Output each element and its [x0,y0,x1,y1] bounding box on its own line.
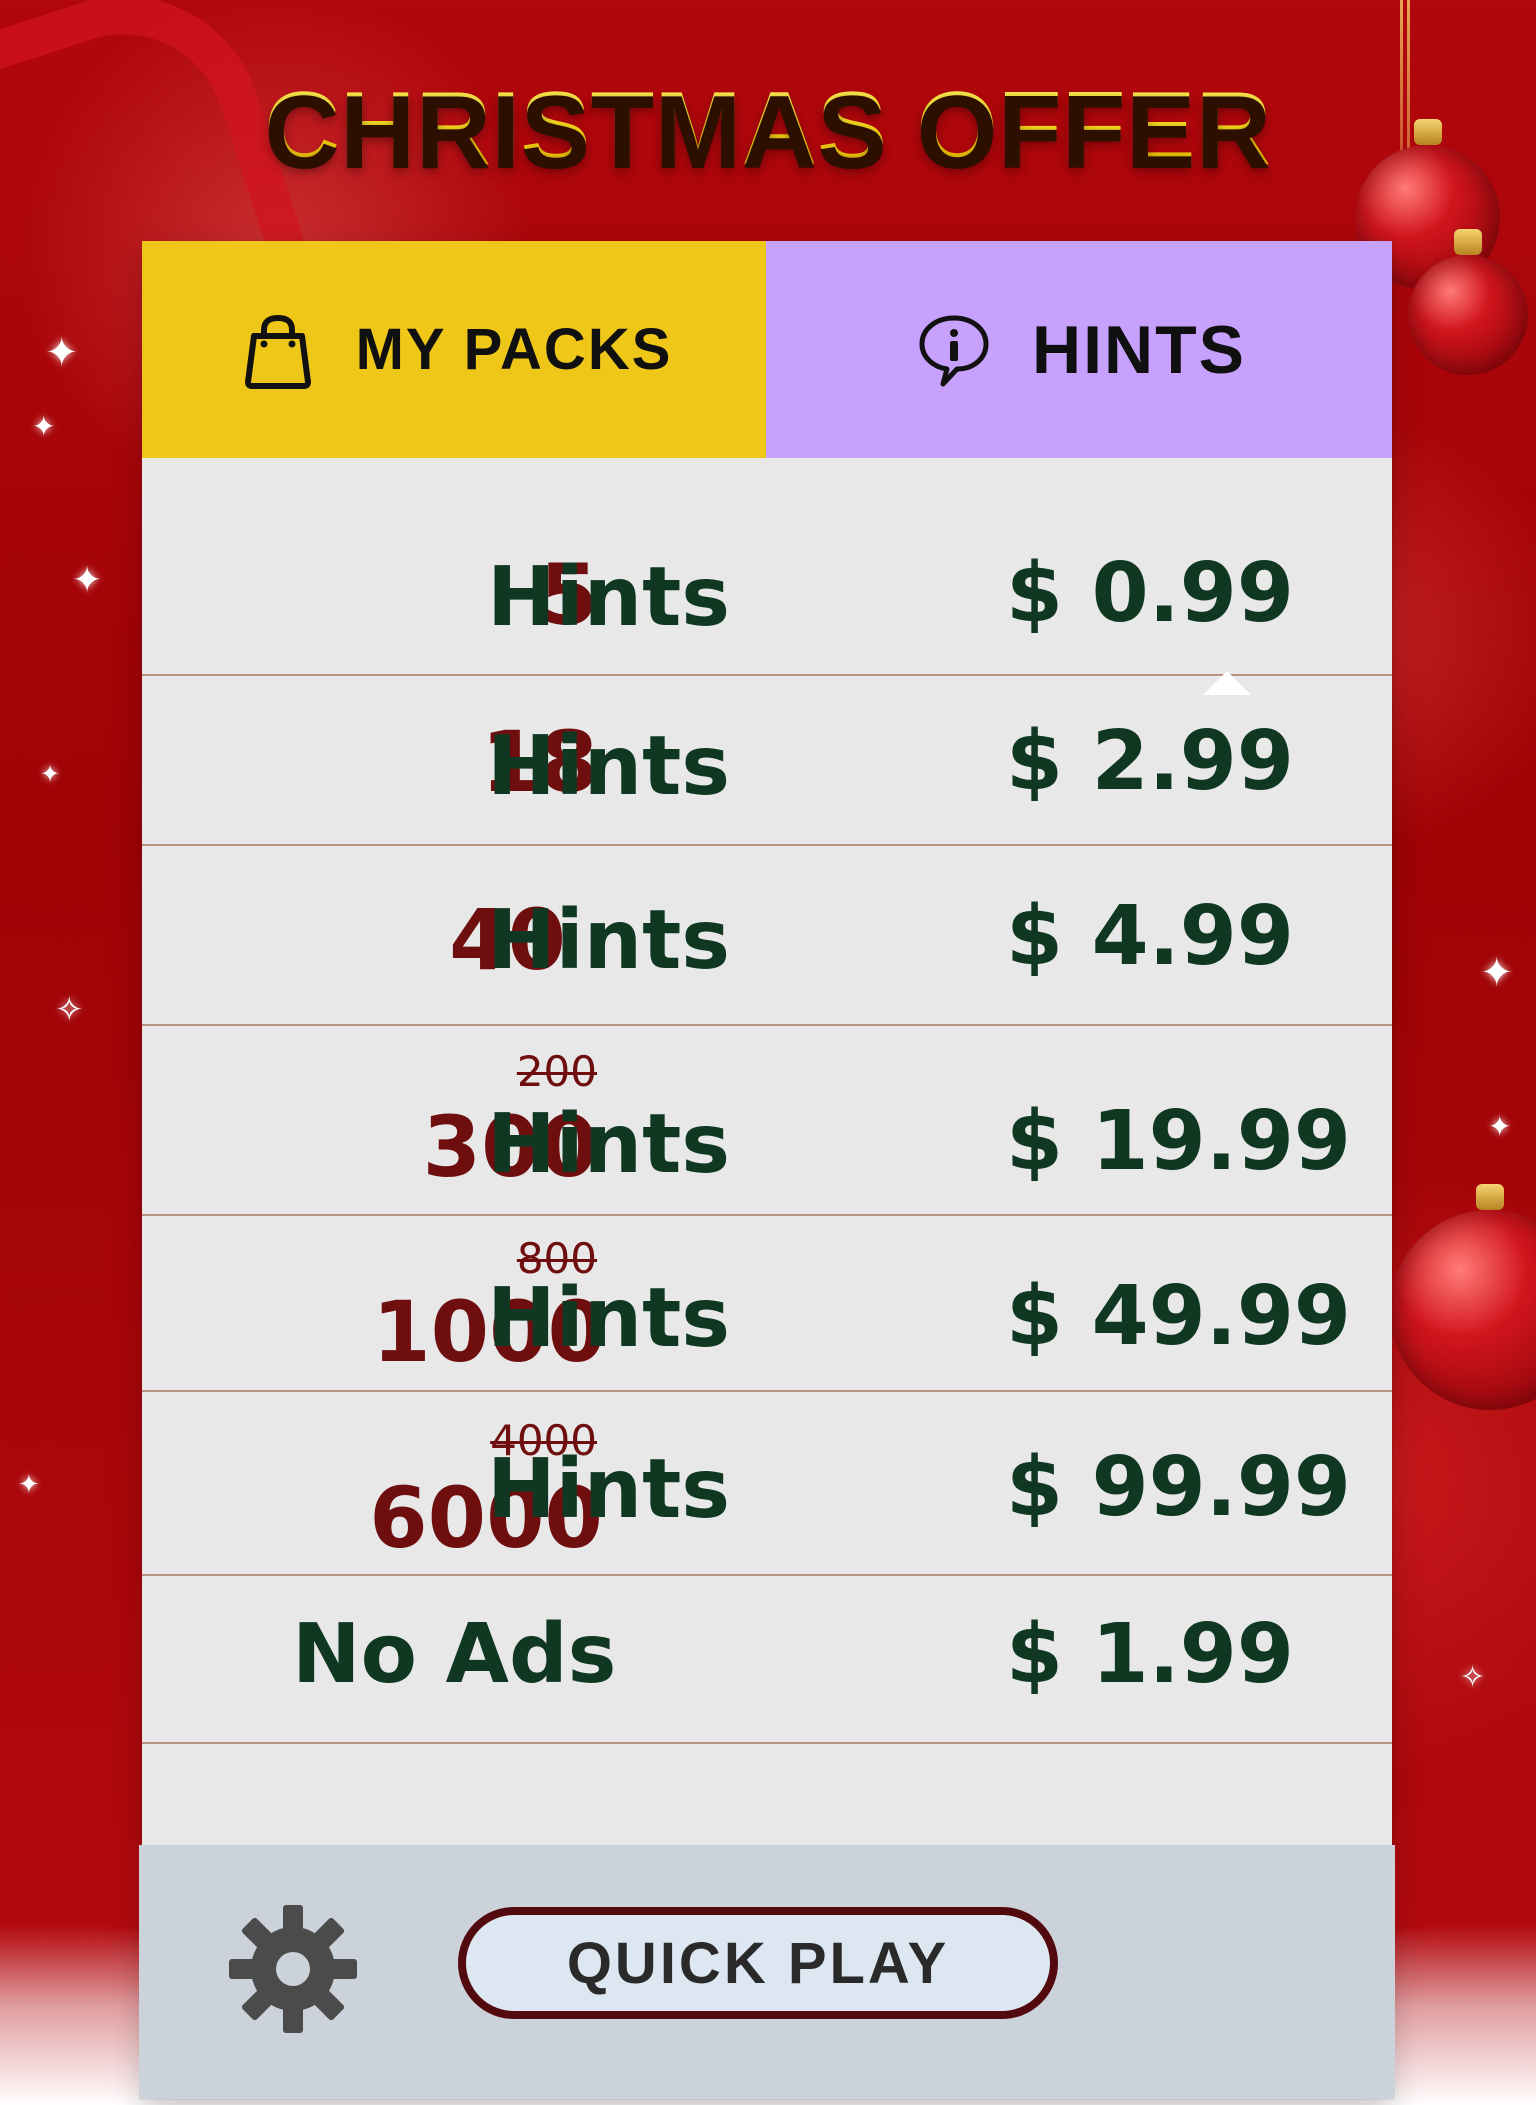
offer-row[interactable]: 5 Hints $ 0.99 [142,458,1392,676]
sparkle: ✦ [72,560,103,601]
offer-unit: Hints [487,1271,731,1366]
ornament [1408,229,1528,375]
offer-price: $ 4.99 [1006,889,1294,984]
tab-my-packs[interactable]: MY PACKS [142,241,766,458]
offer-row[interactable]: 800 1000 Hints $ 49.99 [142,1216,1392,1392]
tab-my-packs-label: MY PACKS [355,317,673,382]
sparkle: ✦ [40,760,61,788]
ornament [1390,1184,1536,1410]
quick-play-button[interactable]: QUICK PLAY [458,1907,1058,2019]
offer-row[interactable]: 4000 6000 Hints $ 99.99 [142,1392,1392,1576]
offer-price: $ 49.99 [1006,1269,1351,1364]
offer-unit: Hints [487,1442,731,1537]
tab-bar: MY PACKS HINTS [142,241,1392,458]
sparkle: ✦ [18,1470,40,1500]
tab-hints-label: HINTS [1032,311,1246,388]
sparkle: ✦ [45,330,79,376]
sparkle: ✧ [55,990,84,1030]
offer-price: $ 0.99 [1006,546,1294,641]
page-title: CHRISTMAS OFFER [0,70,1536,189]
footer-bar: QUICK PLAY [139,1845,1395,2099]
offer-row[interactable]: No Ads $ 1.99 [142,1576,1392,1744]
sparkle: ✦ [1488,1110,1512,1143]
offer-price: $ 99.99 [1006,1440,1351,1535]
offer-unit: Hints [487,550,731,645]
active-tab-pointer [1203,671,1251,695]
old-hint-quantity: 200 [516,1047,597,1096]
sparkle: ✦ [32,410,56,443]
store-panel: MY PACKS HINTS 5 Hints $ 0.99 18 Hints $… [139,241,1395,2099]
sparkle: ✧ [1460,1660,1486,1695]
shopping-bag-icon [236,308,320,392]
offer-row[interactable]: 200 300 Hints $ 19.99 [142,1026,1392,1216]
info-bubble-icon [912,308,996,392]
offer-price: $ 1.99 [1006,1607,1294,1702]
offer-unit: Hints [487,893,731,988]
no-ads-label: No Ads [292,1607,617,1702]
gear-icon[interactable] [225,1901,361,2037]
sparkle: ✦ [1480,950,1514,996]
offer-unit: Hints [487,1097,731,1192]
offer-price: $ 19.99 [1006,1094,1351,1189]
offer-row[interactable]: 18 Hints $ 2.99 [142,676,1392,846]
offer-price: $ 2.99 [1006,714,1294,809]
offer-row[interactable]: 40 Hints $ 4.99 [142,846,1392,1026]
tab-hints[interactable]: HINTS [766,241,1392,458]
offer-unit: Hints [487,719,731,814]
